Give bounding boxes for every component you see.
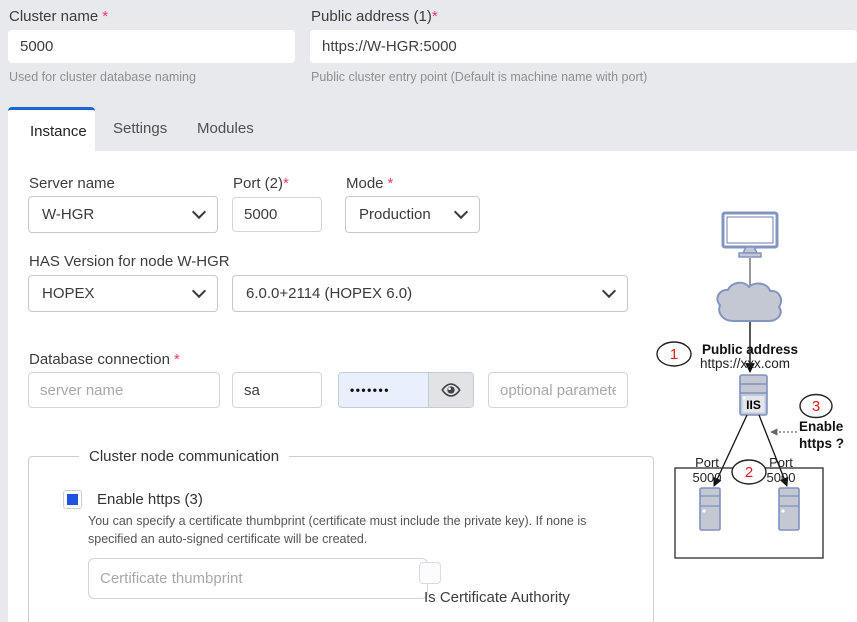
cluster-name-label-text: Cluster name [9, 8, 98, 25]
enable-https-question-line2: https ? [799, 436, 844, 451]
mode-label: Mode* [346, 175, 393, 192]
server-right-icon [779, 488, 799, 530]
chevron-down-icon [602, 284, 616, 298]
db-server-input[interactable] [28, 372, 220, 408]
checkbox-checked-mark [67, 494, 78, 505]
required-asterisk: * [283, 175, 289, 192]
port-left-value: 5000 [693, 470, 722, 485]
iis-server-icon: IIS [740, 375, 767, 415]
architecture-diagram: 1 Public address https://xxx.com IIS 3 E… [640, 200, 857, 580]
server-name-select[interactable]: W-HGR [28, 196, 218, 233]
port-label: Port (2)* [233, 175, 289, 192]
step-1-badge: 1 [657, 342, 691, 366]
product-select[interactable]: HOPEX [28, 275, 218, 312]
iis-label: IIS [746, 398, 761, 412]
db-password-group: ••••••• [338, 372, 474, 408]
required-asterisk: * [174, 351, 180, 368]
port-right-label: Port [769, 455, 793, 470]
reveal-password-button[interactable] [428, 373, 473, 407]
product-value: HOPEX [42, 285, 95, 302]
is-certificate-authority-label: Is Certificate Authority [424, 589, 570, 606]
is-certificate-authority-checkbox[interactable] [419, 562, 441, 584]
required-asterisk: * [102, 8, 108, 25]
public-address-url: https://xxx.com [700, 356, 790, 371]
public-address-input[interactable] [310, 30, 857, 63]
version-value: 6.0.0+2114 (HOPEX 6.0) [246, 285, 412, 302]
svg-text:3: 3 [812, 398, 820, 415]
cluster-configuration-screen: Cluster name* Used for cluster database … [0, 0, 857, 622]
public-address-title: Public address [702, 342, 798, 357]
server-name-value: W-HGR [42, 206, 94, 223]
database-label-text: Database connection [29, 351, 170, 368]
https-hint-line1: You can specify a certificate thumbprint… [88, 514, 586, 528]
db-optional-input[interactable] [488, 372, 628, 408]
tab-settings[interactable]: Settings [113, 120, 167, 137]
mode-select[interactable]: Production [345, 196, 480, 233]
port-right-value: 5000 [767, 470, 796, 485]
step-2-badge: 2 [732, 460, 766, 484]
password-dots: ••••••• [350, 383, 390, 397]
chevron-down-icon [192, 284, 206, 298]
public-address-helper: Public cluster entry point (Default is m… [311, 70, 647, 84]
enable-https-checkbox[interactable] [63, 490, 82, 509]
db-password-field[interactable]: ••••••• [339, 373, 428, 407]
tab-instance[interactable]: Instance [8, 107, 95, 151]
cloud-icon [717, 283, 781, 321]
server-left-icon [700, 488, 720, 530]
version-select[interactable]: 6.0.0+2114 (HOPEX 6.0) [232, 275, 628, 312]
svg-text:2: 2 [745, 464, 753, 481]
https-hint-line2: specified an auto-signed certificate wil… [88, 532, 367, 546]
cluster-node-communication-legend: Cluster node communication [79, 448, 289, 465]
mode-label-text: Mode [346, 175, 384, 192]
port-label-text: Port (2) [233, 175, 283, 192]
step-3-badge: 3 [800, 395, 832, 418]
server-name-label: Server name [29, 175, 115, 192]
required-asterisk: * [432, 8, 438, 25]
chevron-down-icon [454, 205, 468, 219]
svg-text:1: 1 [670, 346, 678, 363]
public-address-label-text: Public address (1) [311, 8, 432, 25]
cluster-name-helper: Used for cluster database naming [9, 70, 196, 84]
cluster-name-input[interactable] [8, 30, 295, 63]
public-address-label: Public address (1)* [311, 8, 438, 25]
chevron-down-icon [192, 205, 206, 219]
mode-value: Production [359, 206, 431, 223]
db-user-input[interactable] [232, 372, 322, 408]
has-version-label: HAS Version for node W-HGR [29, 253, 230, 270]
enable-https-label: Enable https (3) [97, 491, 203, 508]
cluster-name-label: Cluster name* [9, 8, 108, 25]
port-left-label: Port [695, 455, 719, 470]
tab-instance-label: Instance [30, 123, 95, 140]
certificate-thumbprint-input[interactable] [88, 558, 428, 599]
enable-https-question-line1: Enable [799, 419, 844, 434]
eye-icon [440, 379, 462, 401]
port-input[interactable] [232, 197, 322, 232]
tab-modules[interactable]: Modules [197, 120, 254, 137]
monitor-icon [723, 213, 777, 257]
required-asterisk: * [388, 175, 394, 192]
database-connection-label: Database connection* [29, 351, 180, 368]
